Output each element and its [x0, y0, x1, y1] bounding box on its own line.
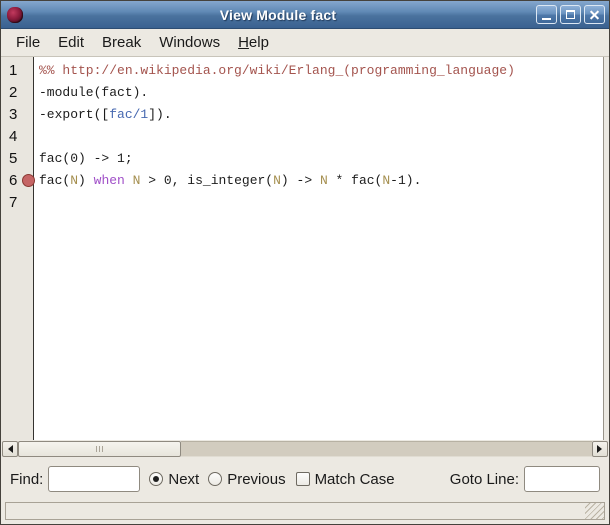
- line-number[interactable]: 1: [1, 60, 33, 82]
- next-radio[interactable]: [149, 472, 163, 486]
- line-number[interactable]: 4: [1, 126, 33, 148]
- window-title: View Module fact: [23, 7, 533, 23]
- line-number-gutter: 1 2 3 4 5 6 7: [1, 57, 34, 440]
- line-number[interactable]: 3: [1, 104, 33, 126]
- horizontal-scrollbar[interactable]: [1, 440, 609, 458]
- code-segment: N: [382, 173, 390, 188]
- line-number-text: 5: [9, 150, 17, 167]
- previous-label[interactable]: Previous: [227, 471, 285, 488]
- resize-grip-icon[interactable]: [585, 503, 604, 519]
- code-segment: N: [320, 173, 328, 188]
- code-segment: fac/1: [109, 107, 148, 122]
- code-segment: when: [94, 173, 125, 188]
- maximize-icon: [566, 10, 575, 19]
- code-line[interactable]: fac(N) when N > 0, is_integer(N) -> N * …: [39, 170, 603, 192]
- scrollbar-track[interactable]: [181, 441, 592, 457]
- menu-item-break[interactable]: Break: [93, 31, 150, 54]
- code-segment: > 0, is_integer(: [140, 173, 273, 188]
- scrollbar-thumb[interactable]: [18, 441, 181, 457]
- scroll-left-button[interactable]: [2, 441, 18, 457]
- arrow-left-icon: [4, 445, 13, 453]
- view-module-window: View Module fact FileEditBreakWindowsHel…: [0, 0, 610, 525]
- goto-line-input[interactable]: [524, 466, 600, 492]
- code-column[interactable]: %% http://en.wikipedia.org/wiki/Erlang_(…: [34, 57, 603, 440]
- previous-radio[interactable]: [208, 472, 222, 486]
- line-number[interactable]: 6: [1, 170, 33, 192]
- line-number-text: 7: [9, 194, 17, 211]
- find-label: Find:: [10, 471, 43, 488]
- menu-bar: FileEditBreakWindowsHelp: [1, 29, 609, 57]
- minimize-icon: [542, 18, 551, 20]
- close-button[interactable]: [584, 5, 605, 24]
- line-number-text: 2: [9, 84, 17, 101]
- line-number-text: 1: [9, 62, 17, 79]
- code-segment: -1).: [390, 173, 421, 188]
- code-segment: fac(0) -> 1;: [39, 151, 133, 166]
- menu-item-file[interactable]: File: [7, 31, 49, 54]
- code-segment: * fac(: [328, 173, 383, 188]
- find-input[interactable]: [48, 466, 140, 492]
- next-label[interactable]: Next: [168, 471, 199, 488]
- line-number-text: 6: [9, 172, 17, 189]
- menu-item-windows[interactable]: Windows: [150, 31, 229, 54]
- title-bar[interactable]: View Module fact: [1, 1, 609, 29]
- line-number[interactable]: 2: [1, 82, 33, 104]
- maximize-button[interactable]: [560, 5, 581, 24]
- code-line[interactable]: [39, 126, 603, 148]
- line-number-text: 3: [9, 106, 17, 123]
- code-line[interactable]: [39, 192, 603, 214]
- status-message-area: [5, 502, 605, 520]
- source-view[interactable]: 1 2 3 4 5 6 7 %% http://en.wikipedia.org/wiki/…: [1, 57, 604, 440]
- erlang-debugger-icon: [7, 7, 23, 23]
- code-segment: ]).: [148, 107, 171, 122]
- menu-item-edit[interactable]: Edit: [49, 31, 93, 54]
- code-segment: -export([: [39, 107, 109, 122]
- right-padding: [604, 57, 609, 440]
- code-segment: [125, 173, 133, 188]
- scroll-right-button[interactable]: [592, 441, 608, 457]
- menu-item-help[interactable]: Help: [229, 31, 278, 54]
- code-segment: %% http://en.wikipedia.org/wiki/Erlang_(…: [39, 63, 515, 78]
- code-line[interactable]: fac(0) -> 1;: [39, 148, 603, 170]
- line-number[interactable]: 5: [1, 148, 33, 170]
- status-bar: [1, 500, 609, 524]
- breakpoint-marker[interactable]: [22, 174, 35, 187]
- minimize-button[interactable]: [536, 5, 557, 24]
- code-line[interactable]: %% http://en.wikipedia.org/wiki/Erlang_(…: [39, 60, 603, 82]
- code-line[interactable]: -export([fac/1]).: [39, 104, 603, 126]
- code-segment: fac(: [39, 173, 70, 188]
- editor-area: 1 2 3 4 5 6 7 %% http://en.wikipedia.org/wiki/…: [1, 57, 609, 440]
- match-case-checkbox[interactable]: [296, 472, 310, 486]
- code-segment: -module(fact).: [39, 85, 148, 100]
- code-segment: N: [273, 173, 281, 188]
- find-bar: Find: Next Previous Match Case Goto Line…: [1, 458, 609, 500]
- goto-line-label: Goto Line:: [450, 471, 519, 488]
- match-case-label[interactable]: Match Case: [315, 471, 395, 488]
- code-segment: ): [78, 173, 94, 188]
- line-number[interactable]: 7: [1, 192, 33, 214]
- code-segment: N: [70, 173, 78, 188]
- arrow-right-icon: [597, 445, 606, 453]
- code-segment: ) ->: [281, 173, 320, 188]
- code-line[interactable]: -module(fact).: [39, 82, 603, 104]
- line-number-text: 4: [9, 128, 17, 145]
